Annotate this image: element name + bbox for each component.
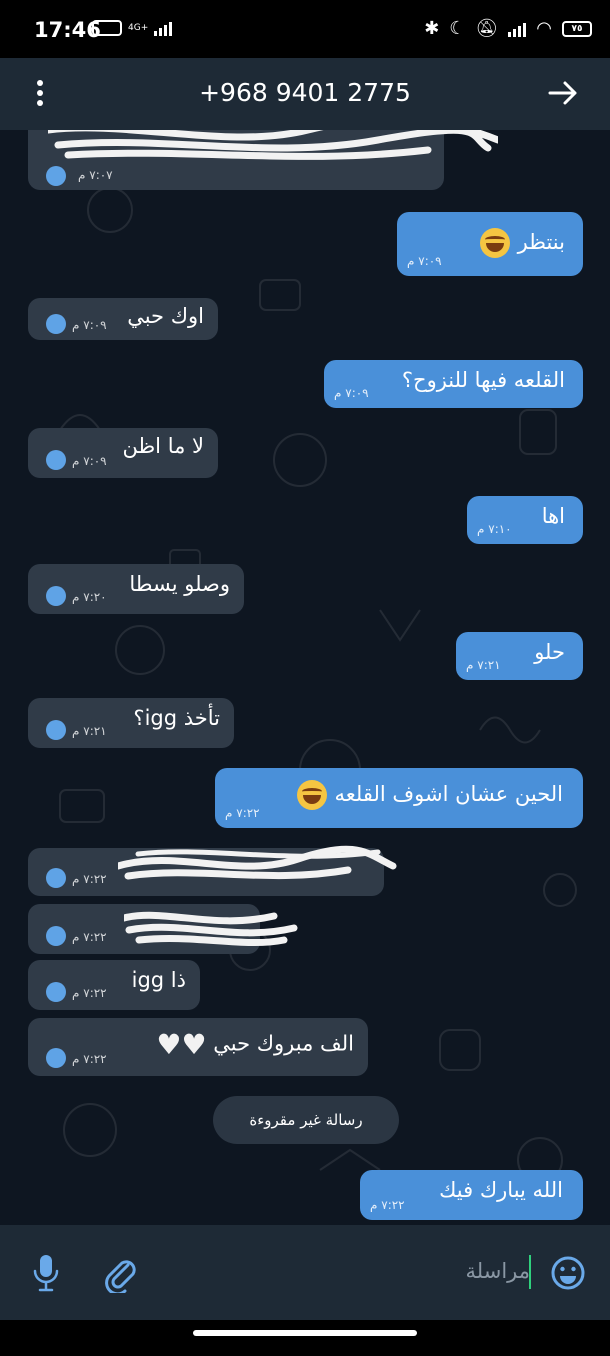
read-indicator — [46, 926, 66, 946]
message-bubble-outgoing[interactable]: الله يبارك فيك ٧:٢٢ م — [360, 1170, 583, 1220]
chat-history[interactable]: ٧:٠٧ م بنتظر ٧:٠٩ م اوك حبي ٧:٠٩ م القلع… — [0, 130, 610, 1225]
read-indicator — [46, 166, 66, 186]
message-time: ٧:٢٢ م — [72, 930, 107, 944]
microphone-icon[interactable] — [32, 1253, 60, 1293]
message-bubble-incoming[interactable]: ٧:٢٢ م — [28, 845, 397, 896]
message-time: ٧:٠٩ م — [334, 386, 369, 400]
message-text: ذا igg — [131, 968, 186, 992]
white-heart-icon: ♥ — [156, 1028, 182, 1061]
network-type-label: 4G+ — [128, 22, 149, 33]
mute-icon: 🔕︎ — [475, 18, 499, 39]
redaction-scribble — [118, 845, 397, 880]
read-indicator — [46, 450, 66, 470]
message-time: ٧:٢٢ م — [225, 806, 260, 820]
message-bubble-incoming[interactable]: الف مبروك حبي ♥♥ ٧:٢٢ م — [28, 1018, 368, 1076]
smile-icon[interactable] — [550, 1255, 586, 1291]
message-bubble-outgoing[interactable]: حلو ٧:٢١ م — [456, 632, 583, 680]
message-time: ٧:٢٢ م — [72, 872, 107, 886]
message-bubble-outgoing[interactable]: بنتظر ٧:٠٩ م — [397, 212, 583, 276]
message-text: لا ما اظن — [122, 434, 204, 458]
message-text: الحين عشان اشوف القلعه — [296, 780, 563, 810]
read-indicator — [46, 586, 66, 606]
chat-header: +968 9401 2775 — [0, 58, 610, 130]
message-bubble-incoming[interactable]: لا ما اظن ٧:٠٩ م — [28, 428, 218, 478]
message-text: الف مبروك حبي ♥♥ — [156, 1028, 354, 1061]
message-bubble-incoming[interactable]: ذا igg ٧:٢٢ م — [28, 960, 200, 1010]
message-text: حلو — [534, 640, 565, 664]
message-bubble-outgoing[interactable]: الحين عشان اشوف القلعه ٧:٢٢ م — [215, 768, 583, 828]
read-indicator — [46, 314, 66, 334]
home-indicator[interactable] — [193, 1330, 417, 1336]
white-heart-icon: ♥ — [181, 1028, 207, 1061]
message-time: ٧:٠٩ م — [72, 454, 107, 468]
message-bubble-incoming[interactable]: تأخذ igg؟ ٧:٢١ م — [28, 698, 234, 748]
arrow-right-icon[interactable] — [546, 76, 580, 110]
message-text: القلعه فيها للنزوح؟ — [401, 368, 565, 392]
message-time: ٧:٢٠ م — [72, 590, 107, 604]
laughing-emoji-icon — [479, 228, 510, 258]
message-time: ٧:٠٩ م — [72, 318, 107, 332]
text-cursor — [529, 1255, 531, 1289]
message-bubble-incoming[interactable]: وصلو يسطا ٧:٢٠ م — [28, 564, 244, 614]
read-indicator — [46, 868, 66, 888]
bluetooth-icon: ✱ — [424, 18, 440, 39]
message-input[interactable] — [300, 1253, 530, 1289]
message-time: ٧:٢١ م — [72, 724, 107, 738]
read-indicator — [46, 720, 66, 740]
system-nav-bar — [0, 1320, 610, 1356]
status-right-icons: ✱ ☾ 🔕︎ ◠ ٧٥ — [424, 18, 592, 39]
message-time: ٧:٠٩ م — [407, 254, 442, 268]
message-text: اها — [541, 504, 565, 528]
signal-icon — [154, 20, 173, 36]
message-composer — [0, 1225, 610, 1320]
mini-battery-icon — [92, 20, 122, 36]
unread-messages-divider: رسالة غير مقروءة — [213, 1096, 399, 1144]
message-text: تأخذ igg؟ — [133, 706, 220, 730]
message-time: ٧:٢١ م — [466, 658, 501, 672]
message-time: ٧:٢٢ م — [72, 1052, 107, 1066]
status-left-icons: 4G+ — [92, 20, 173, 36]
battery-icon: ٧٥ — [562, 20, 592, 37]
read-indicator — [46, 982, 66, 1002]
message-bubble-outgoing[interactable]: اها ٧:١٠ م — [467, 496, 583, 544]
message-bubble-outgoing[interactable]: القلعه فيها للنزوح؟ ٧:٠٩ م — [324, 360, 583, 408]
read-indicator — [46, 1048, 66, 1068]
redaction-scribble — [124, 911, 298, 947]
redaction-scribble — [48, 130, 498, 160]
message-text: بنتظر — [479, 228, 565, 258]
message-time: ٧:١٠ م — [477, 522, 512, 536]
message-bubble-incoming[interactable]: اوك حبي ٧:٠٩ م — [28, 298, 218, 340]
message-bubble-incoming[interactable]: ٧:٠٧ م — [28, 130, 498, 190]
message-bubble-incoming[interactable]: ٧:٢٢ م — [28, 904, 298, 954]
paperclip-icon[interactable] — [102, 1253, 138, 1293]
status-time: 17:46 — [34, 18, 101, 42]
wifi-icon: ◠ — [536, 18, 552, 39]
message-time: ٧:٢٢ م — [370, 1198, 405, 1212]
message-text: الله يبارك فيك — [439, 1178, 563, 1202]
laughing-emoji-icon — [296, 780, 327, 810]
message-time: ٧:٢٢ م — [72, 986, 107, 1000]
signal-icon — [508, 21, 527, 37]
moon-icon: ☾ — [449, 18, 466, 39]
contact-phone-number[interactable]: +968 9401 2775 — [0, 78, 610, 107]
message-text: اوك حبي — [127, 304, 204, 328]
message-text: وصلو يسطا — [129, 572, 230, 596]
status-bar: 17:46 4G+ ✱ ☾ 🔕︎ ◠ ٧٥ — [0, 0, 610, 58]
message-time: ٧:٠٧ م — [78, 168, 113, 182]
